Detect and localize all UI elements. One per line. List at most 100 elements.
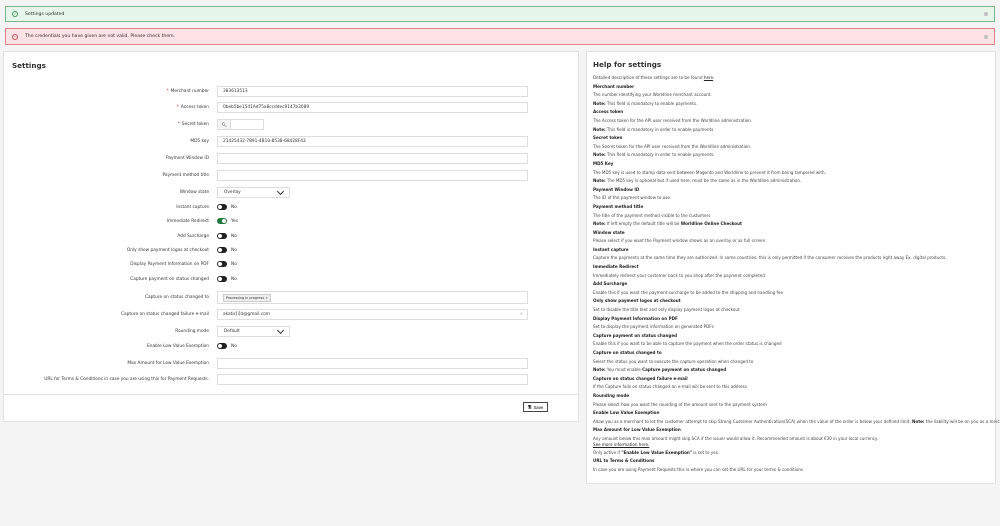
payment-window-id-control <box>217 153 528 164</box>
close-icon[interactable]: × <box>984 12 988 16</box>
window-state-control: Overlay <box>217 187 290 198</box>
payment-method-title-control <box>217 170 528 181</box>
secret-token-field[interactable] <box>231 119 264 130</box>
capture-on-status-changed-failure-e-mail-label: Capture on status changed failure e-mail <box>4 312 209 317</box>
md5-key-label: MD5 key <box>4 139 209 144</box>
only-show-payment-logos-at-checkout-label-text: Only show payment logos at checkout <box>126 247 209 253</box>
help-paragraph: Note: This field is mandatory to enable … <box>593 100 993 109</box>
save-button[interactable]: 🖫 Save <box>523 402 548 412</box>
help-paragraph: Any amount below this max amount might s… <box>593 435 993 447</box>
access-token-input[interactable]: 0beb5be1541Ad75a8ccddec9147b3089 <box>217 102 528 113</box>
close-icon[interactable]: × <box>984 34 988 39</box>
form-row: Payment Window ID <box>4 153 580 164</box>
capture-on-status-changed-failure-e-mail-value: akatic[i]d@gmail.com <box>223 312 270 317</box>
error-message: The credentials you have given are not v… <box>25 34 176 39</box>
capture-on-status-changed-to-label-text: Capture on status changed to <box>145 295 209 300</box>
help-section-title: Enable Low Value Exemption <box>593 410 660 416</box>
instant-capture-control: No <box>217 204 237 210</box>
immediate-redirect-label-text: Immediate Redirect <box>166 218 209 224</box>
help-bold-text: Note: <box>593 152 606 158</box>
chevron-down-icon <box>276 187 285 195</box>
form-row: Capture on status changed failure e-mail… <box>4 309 580 320</box>
help-paragraph: Detailed description of these settings a… <box>593 74 993 83</box>
help-text: Capture the payments at the same time th… <box>593 255 947 261</box>
capture-payment-on-status-changed-control: No <box>217 276 237 282</box>
help-bold-text: Note: <box>593 126 606 132</box>
help-section-title: Access token <box>593 109 624 115</box>
error-banner: ! The credentials you have given are not… <box>5 28 995 45</box>
add-surcharge-label-text: Add Surcharge <box>177 233 209 239</box>
instant-capture-label-text: Instant capture <box>176 204 209 210</box>
remove-tag-icon[interactable]: × <box>264 296 268 300</box>
display-payment-information-on-pdf-control: No <box>217 261 237 267</box>
help-paragraph: The ID of the payment window to use. <box>593 194 993 203</box>
required-marker: * <box>166 89 169 94</box>
help-bold-text: Note: <box>593 221 606 227</box>
enable-low-value-exemption-label-text: Enable Low Value Exemption <box>147 343 209 349</box>
form-row: Enable Low Value Exemption No <box>4 343 580 349</box>
help-paragraph: Note: You must enable Capture payment on… <box>593 366 993 375</box>
url-for-terms-conditions-in-case-you-are-label: URL for Terms & Conditions in case you a… <box>4 377 209 382</box>
success-message: Settings updated <box>25 11 65 17</box>
form-row: Instant capture No <box>4 204 580 210</box>
immediate-redirect-toggle[interactable] <box>217 218 227 224</box>
payment-method-title-input[interactable] <box>217 170 528 181</box>
max-amount-for-low-value-exemption-label: Max Amount for Low Value Exemption <box>4 361 209 366</box>
instant-capture-state: No <box>231 204 237 210</box>
instant-capture-toggle[interactable] <box>217 204 227 210</box>
display-payment-information-on-pdf-toggle[interactable] <box>217 261 227 267</box>
rounding-mode-select[interactable]: Default <box>217 326 290 337</box>
help-text: Enable this if you want the payment surc… <box>593 289 783 295</box>
form-row: Only show payment logos at checkout No <box>4 247 580 253</box>
footer-divider <box>4 394 578 395</box>
only-show-payment-logos-at-checkout-label: Only show payment logos at checkout <box>4 248 209 253</box>
url-for-terms-conditions-in-case-you-are-input[interactable] <box>217 374 528 385</box>
rounding-mode-value: Default <box>224 329 240 334</box>
status-tag: Processing in progress × <box>223 293 272 302</box>
merchant-number-input[interactable]: 383613513 <box>217 86 528 97</box>
help-text: The Secret token for the API user receiv… <box>593 143 752 149</box>
md5-key-input[interactable]: 21425432-7891-4B10-8538-68428F43 <box>217 136 528 147</box>
enable-low-value-exemption-control: No <box>217 343 237 349</box>
success-banner: ✓ Settings updated × <box>5 6 995 22</box>
help-section-title: Payment method title <box>593 203 644 209</box>
help-link[interactable]: here <box>704 75 713 80</box>
help-bold-text: Note: <box>593 178 606 184</box>
help-panel: Help for settings Detailed description o… <box>586 51 1000 484</box>
merchant-number-control: 383613513 <box>217 86 528 97</box>
enable-low-value-exemption-toggle[interactable] <box>217 343 227 349</box>
help-paragraph: The number identifying your Worldline me… <box>593 91 993 100</box>
help-title: Help for settings <box>593 60 662 69</box>
help-text: Enable this if you want to be able to ca… <box>593 341 782 347</box>
help-text: In case you are using Payment Requests t… <box>593 466 804 472</box>
enable-low-value-exemption-label: Enable Low Value Exemption <box>4 344 209 349</box>
capture-on-status-changed-failure-e-mail-input[interactable]: akatic[i]d@gmail.com ⁘ <box>217 309 528 320</box>
merchant-number-label-text: Merchant number <box>170 89 209 94</box>
help-paragraph: If the Capture fails on status changed a… <box>593 383 993 392</box>
capture-payment-on-status-changed-toggle[interactable] <box>217 276 227 282</box>
help-paragraph: Immediately redirect your customer back … <box>593 272 993 281</box>
add-surcharge-toggle[interactable] <box>217 233 227 239</box>
window-state-label-text: Window state <box>179 190 209 195</box>
instant-capture-label: Instant capture <box>4 205 209 210</box>
help-link[interactable]: See more information here. <box>593 442 993 447</box>
md5-key-control: 21425432-7891-4B10-8538-68428F43 <box>217 136 528 147</box>
autofill-icon[interactable]: ⁘ <box>519 312 523 317</box>
help-text: Allow you as a merchant to let the custo… <box>593 418 912 424</box>
help-paragraph: Note: The MD5 key is optional but if use… <box>593 177 993 186</box>
immediate-redirect-control: Yes <box>217 218 238 224</box>
only-show-payment-logos-at-checkout-toggle[interactable] <box>217 247 227 253</box>
help-text: Detailed description of these settings a… <box>593 75 704 80</box>
help-text: Only active if <box>593 449 622 455</box>
capture-on-status-changed-to-multiselect[interactable]: Processing in progress × <box>217 291 528 304</box>
payment-window-id-input[interactable] <box>217 153 528 164</box>
help-bold-text: Note: <box>593 367 606 373</box>
help-section-title: Secret token <box>593 135 623 141</box>
secret-token-label: * Secret token <box>4 122 209 127</box>
max-amount-for-low-value-exemption-input[interactable] <box>217 358 528 369</box>
help-text: Select the status you want to execute th… <box>593 358 754 364</box>
save-label: Save <box>533 404 544 410</box>
help-text: The number identifying your Worldline me… <box>593 92 712 98</box>
window-state-select[interactable]: Overlay <box>217 187 290 198</box>
secret-token-input[interactable]: 🔍︎ <box>217 119 264 130</box>
